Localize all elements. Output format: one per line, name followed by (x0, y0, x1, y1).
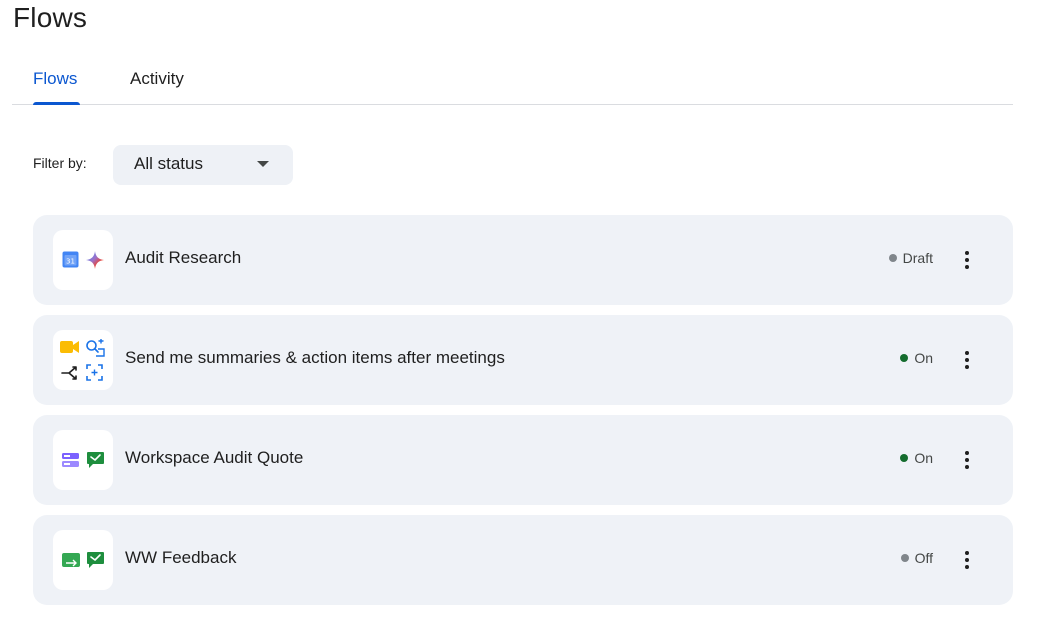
status-dot (888, 254, 897, 262)
more-options-icon[interactable] (955, 548, 979, 572)
status-filter-dropdown[interactable]: All status (113, 145, 293, 185)
tab-flows[interactable]: Flows (33, 69, 77, 89)
flow-card[interactable]: WW Feedback Off (33, 515, 1013, 605)
flow-card[interactable]: 31 Audit Research Draft (33, 215, 1013, 305)
flow-icon-box: 31 (53, 230, 113, 290)
flow-name: Send me summaries & action items after m… (125, 348, 505, 367)
status-dot (900, 454, 909, 462)
status-dot (900, 354, 909, 362)
flow-icon-box (53, 330, 113, 390)
search-agent-icon (86, 339, 105, 357)
flow-name: Workspace Audit Quote (125, 448, 304, 467)
tab-bar: Flows Activity (12, 60, 1013, 105)
chat-icon (87, 552, 104, 568)
status-filter-value: All status (134, 154, 203, 173)
active-tab-indicator (33, 102, 80, 105)
filter-label: Filter by: (33, 155, 87, 171)
flow-icon-box (53, 530, 113, 590)
calendar-icon: 31 (62, 251, 79, 268)
more-options-icon[interactable] (955, 248, 979, 272)
status-label: On (914, 350, 933, 366)
flow-card[interactable]: Send me summaries & action items after m… (33, 315, 1013, 405)
more-options-icon[interactable] (955, 448, 979, 472)
flow-name: WW Feedback (125, 548, 237, 567)
status-badge: Draft (888, 250, 933, 266)
flow-icon-box (53, 430, 113, 490)
screen-capture-icon (86, 364, 103, 381)
branch-icon (61, 366, 77, 380)
sheets-icon (62, 553, 80, 567)
chat-icon (87, 452, 104, 468)
flow-name: Audit Research (125, 248, 242, 267)
meet-icon (60, 341, 79, 353)
dropdown-arrow-icon (257, 161, 269, 167)
status-badge: On (900, 350, 933, 366)
svg-text:31: 31 (66, 258, 75, 266)
status-dot (900, 554, 909, 562)
page-title: Flows (13, 2, 88, 33)
status-label: On (914, 450, 933, 466)
tab-activity[interactable]: Activity (130, 69, 184, 89)
flow-card[interactable]: Workspace Audit Quote On (33, 415, 1013, 505)
status-label: Draft (902, 250, 933, 266)
more-options-icon[interactable] (955, 348, 979, 372)
status-badge: On (900, 450, 933, 466)
status-badge: Off (900, 550, 933, 566)
gemini-sparkle-icon (86, 251, 104, 269)
form-icon (62, 453, 79, 467)
status-label: Off (914, 550, 933, 566)
